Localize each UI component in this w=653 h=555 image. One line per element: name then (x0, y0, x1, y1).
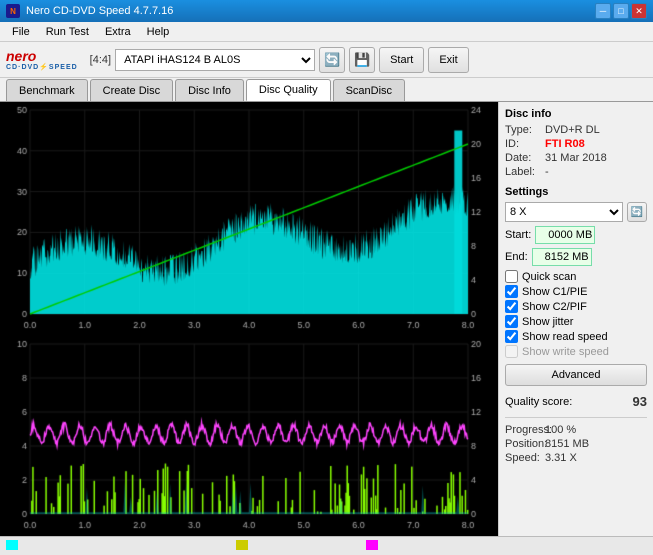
menu-file[interactable]: File (4, 24, 38, 40)
show-c1pie-checkbox[interactable] (505, 285, 518, 298)
show-c1pie-row: Show C1/PIE (505, 285, 647, 298)
menu-extra[interactable]: Extra (97, 24, 139, 40)
refresh-button[interactable]: 🔄 (319, 47, 345, 73)
exit-button[interactable]: Exit (428, 47, 468, 73)
end-label: End: (505, 251, 528, 263)
show-write-speed-label: Show write speed (522, 346, 609, 358)
app-icon: N (6, 4, 20, 18)
menu-run-test[interactable]: Run Test (38, 24, 97, 40)
menu-help[interactable]: Help (139, 24, 178, 40)
maximize-button[interactable]: □ (613, 3, 629, 19)
bottom-chart (0, 336, 498, 536)
type-value: DVD+R DL (545, 124, 600, 136)
tab-create-disc[interactable]: Create Disc (90, 79, 173, 101)
advanced-button[interactable]: Advanced (505, 364, 647, 386)
quick-scan-checkbox[interactable] (505, 270, 518, 283)
label-value: - (545, 166, 549, 178)
start-label: Start: (505, 229, 531, 241)
toolbar: nero CD·DVD⚡SPEED [4:4] ATAPI iHAS124 B … (0, 42, 653, 78)
disc-info-section: Disc info Type: DVD+R DL ID: FTI R08 Dat… (505, 108, 647, 178)
nero-logo: nero CD·DVD⚡SPEED (6, 49, 78, 71)
end-row: End: (505, 248, 647, 266)
show-read-speed-row: Show read speed (505, 330, 647, 343)
progress-value: 100 % (545, 424, 576, 436)
disc-type-row: Type: DVD+R DL (505, 124, 647, 136)
show-c2pif-checkbox[interactable] (505, 300, 518, 313)
save-button[interactable]: 💾 (349, 47, 375, 73)
progress-label: Progress: (505, 424, 545, 436)
date-value: 31 Mar 2018 (545, 152, 607, 164)
bottom-stats-section: Progress: 100 % Position: 8151 MB Speed:… (505, 417, 647, 464)
speed-select[interactable]: 8 X (505, 202, 623, 222)
quality-score-label: Quality score: (505, 396, 572, 408)
jitter-color (366, 540, 378, 550)
label-label: Label: (505, 166, 545, 178)
type-label: Type: (505, 124, 545, 136)
top-chart (0, 102, 498, 336)
quick-scan-label: Quick scan (522, 271, 576, 283)
speed-refresh-button[interactable]: 🔄 (627, 202, 647, 222)
legend-area (0, 536, 653, 555)
tab-disc-info[interactable]: Disc Info (175, 79, 244, 101)
chart-area (0, 102, 498, 536)
drive-select[interactable]: ATAPI iHAS124 B AL0S (115, 49, 315, 71)
quality-score-value: 93 (633, 394, 647, 409)
show-write-speed-row: Show write speed (505, 345, 647, 358)
pi-errors-legend (6, 540, 116, 550)
close-button[interactable]: ✕ (631, 3, 647, 19)
disc-date-row: Date: 31 Mar 2018 (505, 152, 647, 164)
position-value: 8151 MB (545, 438, 589, 450)
show-jitter-checkbox[interactable] (505, 315, 518, 328)
id-value: FTI R08 (545, 138, 585, 150)
jitter-legend (366, 540, 486, 552)
tab-disc-quality[interactable]: Disc Quality (246, 79, 331, 101)
position-label: Position: (505, 438, 545, 450)
menu-bar: File Run Test Extra Help (0, 22, 653, 42)
jitter-header (366, 540, 486, 550)
minimize-button[interactable]: ─ (595, 3, 611, 19)
drive-selector: [4:4] ATAPI iHAS124 B AL0S (90, 49, 315, 71)
show-jitter-label: Show jitter (522, 316, 573, 328)
show-c1pie-label: Show C1/PIE (522, 286, 587, 298)
date-label: Date: (505, 152, 545, 164)
show-c2pif-row: Show C2/PIF (505, 300, 647, 313)
end-input[interactable] (532, 248, 592, 266)
title-bar: N Nero CD-DVD Speed 4.7.7.16 ─ □ ✕ (0, 0, 653, 22)
window-title: Nero CD-DVD Speed 4.7.7.16 (26, 5, 173, 17)
speed-label: Speed: (505, 452, 545, 464)
right-panel: Disc info Type: DVD+R DL ID: FTI R08 Dat… (498, 102, 653, 536)
show-write-speed-checkbox[interactable] (505, 345, 518, 358)
quick-scan-row: Quick scan (505, 270, 647, 283)
id-label: ID: (505, 138, 545, 150)
pi-failures-legend (236, 540, 356, 550)
drive-label: [4:4] (90, 54, 111, 66)
show-read-speed-checkbox[interactable] (505, 330, 518, 343)
start-row: Start: (505, 226, 647, 244)
show-jitter-row: Show jitter (505, 315, 647, 328)
tab-scan-disc[interactable]: ScanDisc (333, 79, 405, 101)
start-input[interactable] (535, 226, 595, 244)
tabs: Benchmark Create Disc Disc Info Disc Qua… (0, 78, 653, 102)
speed-value: 3.31 X (545, 452, 577, 464)
settings-section: Settings 8 X 🔄 Start: End: Quick scan (505, 186, 647, 386)
show-c2pif-label: Show C2/PIF (522, 301, 587, 313)
quality-score-row: Quality score: 93 (505, 394, 647, 409)
pi-failures-header (236, 540, 356, 550)
settings-title: Settings (505, 186, 647, 198)
pi-failures-color (236, 540, 248, 550)
pi-errors-color (6, 540, 18, 550)
speed-row: 8 X 🔄 (505, 202, 647, 222)
tab-benchmark[interactable]: Benchmark (6, 79, 88, 101)
start-button[interactable]: Start (379, 47, 424, 73)
show-read-speed-label: Show read speed (522, 331, 608, 343)
disc-info-title: Disc info (505, 108, 647, 120)
quality-section: Quality score: 93 (505, 394, 647, 409)
disc-id-row: ID: FTI R08 (505, 138, 647, 150)
disc-label-row: Label: - (505, 166, 647, 178)
main-content: Disc info Type: DVD+R DL ID: FTI R08 Dat… (0, 102, 653, 536)
